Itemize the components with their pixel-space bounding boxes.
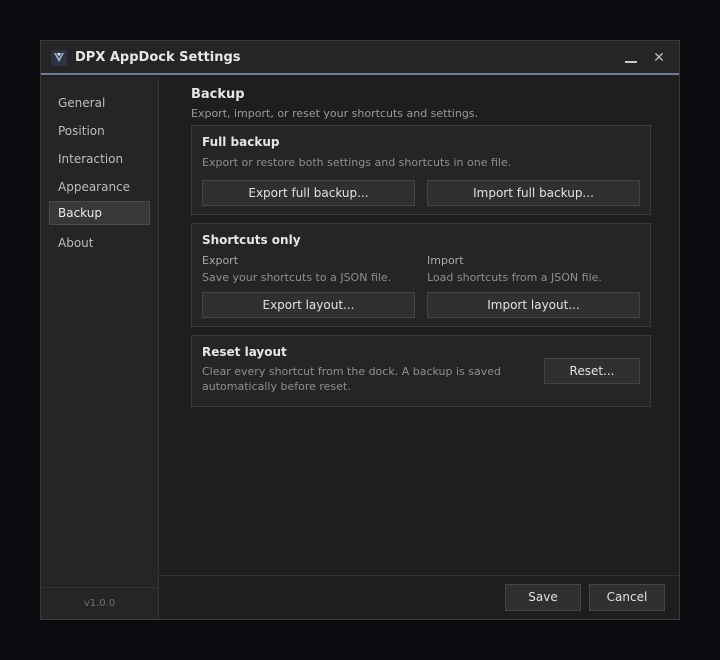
import-heading: Import [427,254,464,267]
settings-window: DPX AppDock Settings ✕ General Position … [40,40,680,620]
close-button[interactable]: ✕ [647,47,671,69]
sidebar-item-position[interactable]: Position [49,119,150,143]
close-icon: ✕ [653,50,665,66]
page-title: Backup [191,87,245,102]
export-description: Save your shortcuts to a JSON file. [202,271,392,284]
shortcuts-only-title: Shortcuts only [202,233,301,247]
full-backup-description: Export or restore both settings and shor… [202,156,512,169]
cancel-button[interactable]: Cancel [589,584,665,611]
save-button[interactable]: Save [505,584,581,611]
reset-description-line1: Clear every shortcut from the dock. A ba… [202,365,501,378]
shortcuts-only-card: Shortcuts only Export Save your shortcut… [191,223,651,327]
import-description: Load shortcuts from a JSON file. [427,271,602,284]
backup-panel: Backup Export, import, or reset your sho… [159,77,679,577]
export-full-backup-button[interactable]: Export full backup... [202,180,415,206]
reset-layout-card: Reset layout Clear every shortcut from t… [191,335,651,407]
full-backup-card: Full backup Export or restore both setti… [191,125,651,215]
sidebar-item-appearance[interactable]: Appearance [49,175,150,199]
export-heading: Export [202,254,239,267]
minimize-button[interactable] [619,47,643,69]
sidebar: General Position Interaction Appearance … [41,77,159,619]
minimize-icon [625,61,637,63]
reset-layout-title: Reset layout [202,345,287,359]
import-full-backup-button[interactable]: Import full backup... [427,180,640,206]
window-title: DPX AppDock Settings [75,50,241,65]
full-backup-title: Full backup [202,135,280,149]
reset-button[interactable]: Reset... [544,358,640,384]
sidebar-item-general[interactable]: General [49,91,150,115]
page-subtitle: Export, import, or reset your shortcuts … [191,107,479,120]
export-layout-button[interactable]: Export layout... [202,292,415,318]
dialog-footer: Save Cancel [159,575,679,619]
sidebar-item-about[interactable]: About [49,231,150,255]
import-layout-button[interactable]: Import layout... [427,292,640,318]
sidebar-footer: v1.0.0 [41,587,158,619]
title-bar[interactable]: DPX AppDock Settings ✕ [41,41,679,75]
sidebar-item-interaction[interactable]: Interaction [49,147,150,171]
sidebar-item-backup[interactable]: Backup [49,201,150,225]
version-label: v1.0.0 [83,598,116,609]
reset-description-line2: automatically before reset. [202,380,351,393]
app-logo-icon [51,50,67,66]
